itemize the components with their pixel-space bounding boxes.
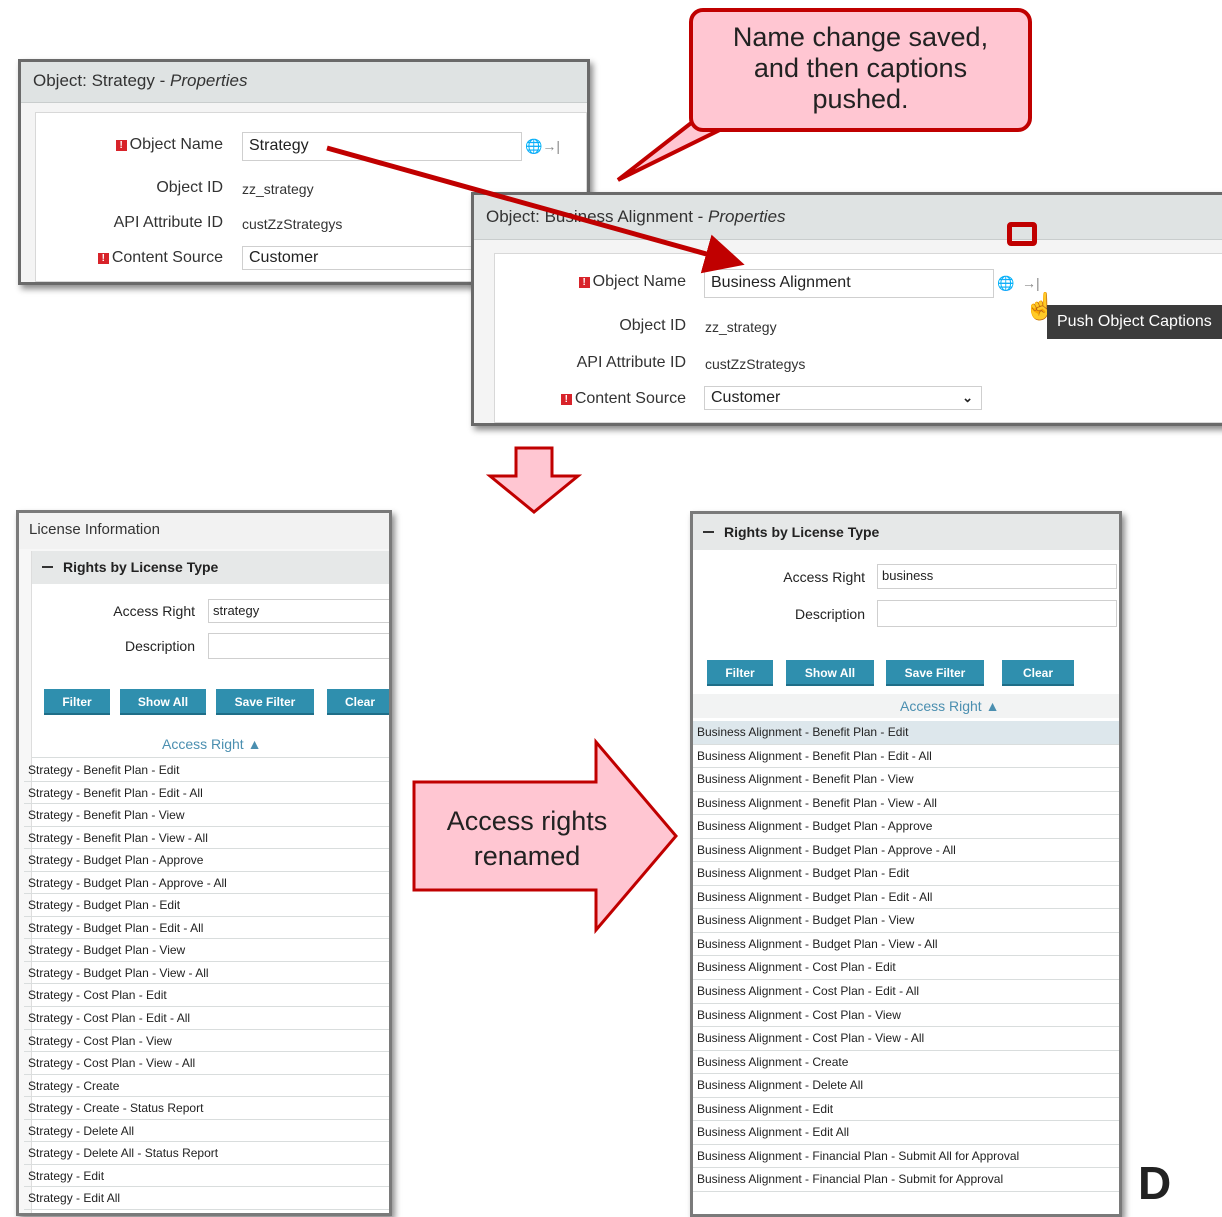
api-attribute-label: API Attribute ID xyxy=(576,354,686,371)
section-header[interactable]: Rights by License Type xyxy=(693,514,1119,550)
list-item[interactable]: Strategy - Benefit Plan - Edit xyxy=(24,759,389,782)
table-divider xyxy=(32,757,389,758)
rename-arrow xyxy=(326,145,745,274)
access-right-list: Business Alignment - Benefit Plan - Edit… xyxy=(693,721,1119,1192)
required-icon: ! xyxy=(560,394,572,405)
show-all-button[interactable]: Show All xyxy=(120,689,206,715)
list-item[interactable]: Business Alignment - Delete All xyxy=(693,1074,1119,1098)
show-all-button[interactable]: Show All xyxy=(786,660,874,686)
section-header[interactable]: Rights by License Type xyxy=(32,551,389,584)
clear-button[interactable]: Clear xyxy=(327,689,389,715)
content-source-label: ! Content Source xyxy=(534,390,686,408)
list-item[interactable]: Business Alignment - Budget Plan - View … xyxy=(693,933,1119,957)
collapse-icon[interactable] xyxy=(42,566,53,568)
list-item[interactable]: Business Alignment - Budget Plan - Edit xyxy=(693,862,1119,886)
filter-button[interactable]: Filter xyxy=(44,689,110,715)
list-item[interactable]: Strategy - Create xyxy=(24,1075,389,1098)
list-item[interactable]: Business Alignment - Cost Plan - View - … xyxy=(693,1027,1119,1051)
down-arrow xyxy=(486,446,582,514)
list-item[interactable]: Business Alignment - Benefit Plan - Edit… xyxy=(693,745,1119,769)
list-item[interactable]: Strategy - Edit All xyxy=(24,1187,389,1210)
list-item[interactable]: Strategy - Benefit Plan - Edit - All xyxy=(24,782,389,805)
list-item[interactable]: Strategy - Edit xyxy=(24,1165,389,1188)
list-item[interactable]: Business Alignment - Cost Plan - View xyxy=(693,1004,1119,1028)
list-item[interactable]: Strategy - Delete All xyxy=(24,1120,389,1143)
access-right-input[interactable]: business xyxy=(877,564,1117,589)
list-item[interactable]: Strategy - Cost Plan - Edit - All xyxy=(24,1007,389,1030)
save-filter-button[interactable]: Save Filter xyxy=(886,660,984,686)
section-box: Rights by License Type Access Right stra… xyxy=(24,551,389,1213)
license-panel-right: Rights by License Type Access Right busi… xyxy=(690,511,1122,1217)
list-item[interactable]: Strategy - Cost Plan - View - All xyxy=(24,1052,389,1075)
list-item[interactable]: Business Alignment - Benefit Plan - View xyxy=(693,768,1119,792)
content-source-select[interactable]: Customer ⌄ xyxy=(704,386,982,410)
filter-button[interactable]: Filter xyxy=(707,660,773,686)
list-item[interactable]: Business Alignment - Budget Plan - Appro… xyxy=(693,839,1119,863)
object-id-value: zz_strategy xyxy=(705,319,777,335)
license-header: License Information xyxy=(19,513,389,549)
push-captions-tooltip: Push Object Captions xyxy=(1047,305,1222,339)
list-item[interactable]: Business Alignment - Budget Plan - Appro… xyxy=(693,815,1119,839)
list-item[interactable]: Strategy - Budget Plan - Edit xyxy=(24,894,389,917)
object-id-label: Object ID xyxy=(619,317,686,334)
access-right-column-header[interactable]: Access Right ▲ xyxy=(162,736,261,752)
list-item[interactable]: Business Alignment - Edit xyxy=(693,1098,1119,1122)
access-right-list: Strategy - Benefit Plan - Edit Strategy -… xyxy=(24,759,389,1210)
list-item[interactable]: Business Alignment - Budget Plan - View xyxy=(693,909,1119,933)
list-item[interactable]: Business Alignment - Financial Plan - Su… xyxy=(693,1168,1119,1192)
access-right-input[interactable]: strategy xyxy=(208,599,389,623)
description-label: Description xyxy=(794,606,865,622)
description-input[interactable] xyxy=(877,600,1117,627)
api-attribute-value: custZzStrategys xyxy=(705,356,806,372)
list-item[interactable]: Business Alignment - Cost Plan - Edit xyxy=(693,956,1119,981)
access-right-column-header[interactable]: Access Right ▲ xyxy=(900,698,999,714)
list-item[interactable]: Business Alignment - Benefit Plan - Edit xyxy=(693,721,1119,745)
renamed-callout-text: Access rights renamed xyxy=(446,806,608,871)
list-item[interactable]: Strategy - Budget Plan - View xyxy=(24,939,389,962)
list-item[interactable]: Strategy - Cost Plan - Edit xyxy=(24,984,389,1008)
list-item[interactable]: Business Alignment - Benefit Plan - View… xyxy=(693,792,1119,816)
list-item[interactable]: Strategy - Budget Plan - Approve xyxy=(24,849,389,872)
list-item[interactable]: Strategy - Budget Plan - View - All xyxy=(24,962,389,985)
list-item[interactable]: Business Alignment - Cost Plan - Edit - … xyxy=(693,980,1119,1004)
list-item[interactable]: Strategy - Benefit Plan - View xyxy=(24,804,389,827)
description-label: Description xyxy=(124,638,195,654)
save-filter-button[interactable]: Save Filter xyxy=(216,689,314,715)
list-item[interactable]: Business Alignment - Financial Plan - Su… xyxy=(693,1145,1119,1169)
list-item[interactable]: Strategy - Cost Plan - View xyxy=(24,1030,389,1053)
collapse-icon[interactable] xyxy=(703,531,714,533)
license-panel-left: License Information Rights by License Ty… xyxy=(16,510,392,1216)
list-item[interactable]: Strategy - Budget Plan - Approve - All xyxy=(24,872,389,895)
list-item[interactable]: Strategy - Create - Status Report xyxy=(24,1097,389,1120)
list-item[interactable]: Strategy - Benefit Plan - View - All xyxy=(24,827,389,850)
list-item[interactable]: Strategy - Delete All - Status Report xyxy=(24,1142,389,1165)
list-item[interactable]: Business Alignment - Edit All xyxy=(693,1121,1119,1145)
list-item[interactable]: Business Alignment - Budget Plan - Edit … xyxy=(693,886,1119,910)
chevron-down-icon: ⌄ xyxy=(962,390,973,405)
list-item[interactable]: Strategy - Budget Plan - Edit - All xyxy=(24,917,389,940)
list-item[interactable]: Business Alignment - Create xyxy=(693,1051,1119,1075)
cut-off-logo: D xyxy=(1138,1157,1172,1209)
access-right-label: Access Right xyxy=(113,603,195,619)
description-input[interactable] xyxy=(208,633,389,659)
access-right-label: Access Right xyxy=(783,569,865,585)
clear-button[interactable]: Clear xyxy=(1002,660,1074,686)
